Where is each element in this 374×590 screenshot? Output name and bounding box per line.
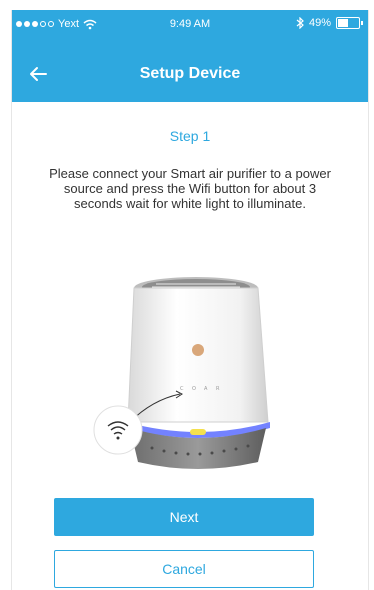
status-bar: Yext 9:49 AM 49% bbox=[12, 10, 368, 46]
battery-fill bbox=[338, 19, 348, 27]
bluetooth-icon bbox=[296, 17, 304, 29]
air-purifier-illustration: COAR bbox=[93, 277, 270, 469]
battery-percent: 49% bbox=[308, 17, 331, 29]
svg-text:C: C bbox=[180, 386, 184, 392]
cancel-button[interactable]: Cancel bbox=[54, 550, 314, 588]
svg-text:O: O bbox=[192, 386, 196, 392]
next-button[interactable]: Next bbox=[54, 498, 314, 536]
nav-bar: Setup Device bbox=[12, 46, 368, 102]
svg-text:A: A bbox=[204, 386, 208, 392]
page-title: Setup Device bbox=[139, 65, 241, 82]
status-right: 49% bbox=[296, 17, 363, 29]
instructions-text: Please connect your Smart air purifier t… bbox=[49, 166, 331, 211]
battery-icon bbox=[336, 17, 363, 29]
svg-text:R: R bbox=[216, 386, 220, 392]
app-screen: Yext 9:49 AM 49% Setup Device Step 1 Ple… bbox=[11, 10, 369, 590]
step-title: Step 1 bbox=[169, 128, 211, 144]
wifi-button-icon bbox=[93, 405, 143, 455]
